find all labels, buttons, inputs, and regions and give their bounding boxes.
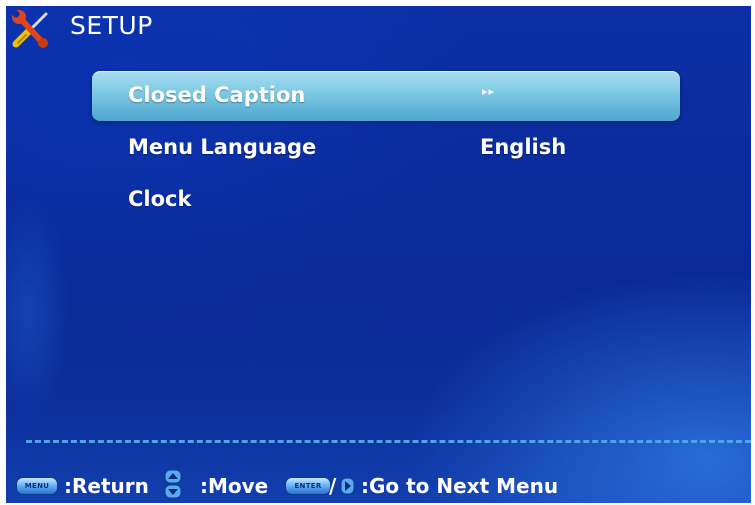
move-hint: :Move — [200, 474, 269, 498]
enter-key-icon: ENTER — [285, 477, 331, 495]
title-bar: SETUP — [6, 6, 751, 52]
menu-item-label: Closed Caption — [128, 83, 306, 107]
tv-screen: SETUP Closed Caption ▸▸ Menu Language En… — [6, 6, 751, 503]
menu-item-value: English — [480, 135, 567, 159]
menu-key-icon: MENU — [16, 477, 58, 495]
footer-divider — [26, 440, 751, 443]
menu-item-closed-caption[interactable]: Closed Caption ▸▸ — [92, 71, 680, 121]
tools-icon — [12, 10, 48, 48]
footer-help-bar: MENU :Return :Move ENTER / :Go to Next M… — [14, 468, 749, 502]
page-title: SETUP — [70, 11, 153, 40]
return-hint: :Return — [64, 474, 149, 498]
menu-item-clock[interactable]: Clock — [92, 175, 680, 225]
submenu-arrow-icon: ▸▸ — [482, 85, 496, 98]
slash-separator: / — [329, 474, 337, 498]
menu-item-label: Clock — [128, 187, 192, 211]
right-key-icon — [340, 477, 355, 495]
next-menu-hint: :Go to Next Menu — [361, 474, 559, 498]
menu-item-menu-language[interactable]: Menu Language English — [92, 123, 680, 173]
menu-item-label: Menu Language — [128, 135, 317, 159]
up-down-key-icon — [164, 469, 182, 499]
